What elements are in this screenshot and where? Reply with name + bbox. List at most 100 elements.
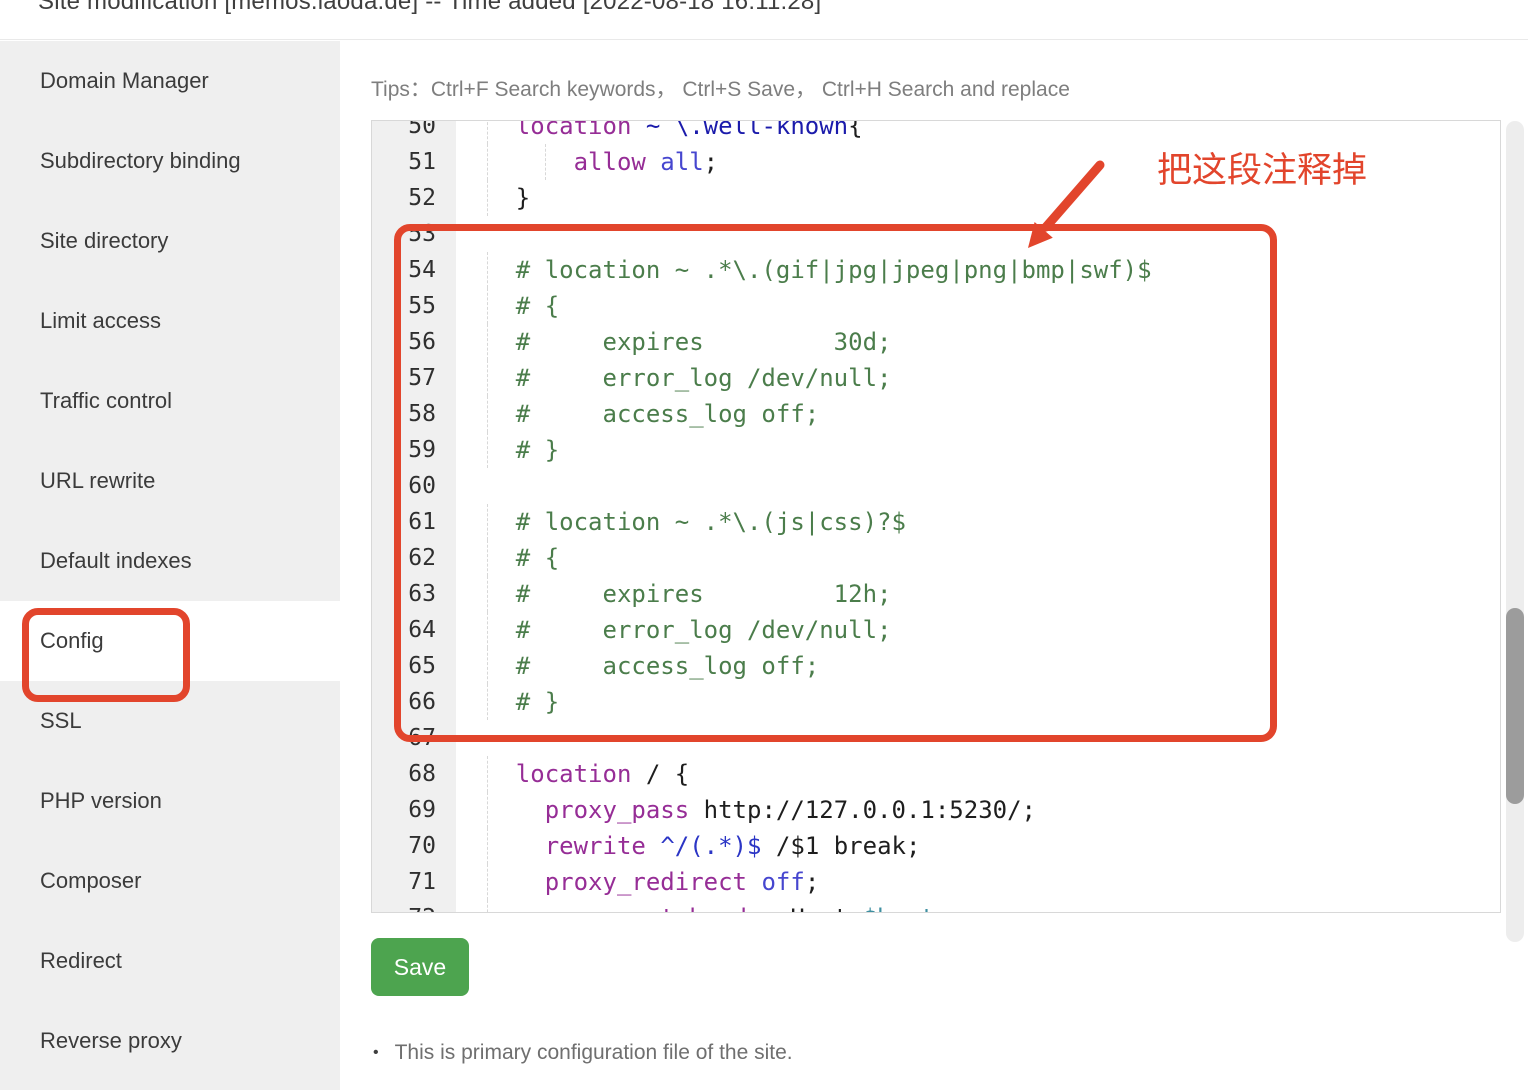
indent-guide: [487, 792, 488, 828]
line-number: 58: [372, 396, 456, 432]
code-line: 53: [372, 216, 1500, 252]
code-line: 70 rewrite ^/(.*)$ /$1 break;: [372, 828, 1500, 864]
code-line: 50 location ~ \.well-known{: [372, 120, 1500, 144]
scrollbar-thumb[interactable]: [1506, 608, 1524, 804]
line-number: 64: [372, 612, 456, 648]
code-line-content[interactable]: # access_log off;: [456, 648, 1500, 684]
code-line: 64 # error_log /dev/null;: [372, 612, 1500, 648]
sidebar-item-composer[interactable]: Composer: [0, 841, 340, 921]
line-number: 65: [372, 648, 456, 684]
bullet-icon: •: [373, 1044, 379, 1062]
code-line-content[interactable]: [456, 216, 1500, 252]
code-line-content[interactable]: location / {: [456, 756, 1500, 792]
footnote-text: This is primary configuration file of th…: [395, 1041, 793, 1065]
editor-tips: Tips：Ctrl+F Search keywords， Ctrl+S Save…: [371, 73, 1070, 103]
indent-guide: [487, 432, 488, 468]
code-line: 59 # }: [372, 432, 1500, 468]
code-line: 72 proxy_set_header Host $host;: [372, 900, 1500, 913]
line-number: 70: [372, 828, 456, 864]
code-line: 65 # access_log off;: [372, 648, 1500, 684]
code-line: 71 proxy_redirect off;: [372, 864, 1500, 900]
config-editor[interactable]: 50 location ~ \.well-known{51 allow all;…: [371, 120, 1501, 913]
code-line-content[interactable]: # {: [456, 540, 1500, 576]
code-line: 55 # {: [372, 288, 1500, 324]
code-line-content[interactable]: # expires 30d;: [456, 324, 1500, 360]
indent-guide: [487, 144, 488, 180]
line-number: 60: [372, 468, 456, 504]
code-line-content[interactable]: rewrite ^/(.*)$ /$1 break;: [456, 828, 1500, 864]
code-line-content[interactable]: # location ~ .*\.(js|css)?$: [456, 504, 1500, 540]
indent-guide: [487, 900, 488, 913]
sidebar-item-redirect[interactable]: Redirect: [0, 921, 340, 1001]
indent-guide: [487, 648, 488, 684]
line-number: 71: [372, 864, 456, 900]
line-number: 62: [372, 540, 456, 576]
code-line-content[interactable]: proxy_redirect off;: [456, 864, 1500, 900]
indent-guide: [487, 540, 488, 576]
sidebar-item-url-rewrite[interactable]: URL rewrite: [0, 441, 340, 521]
code-line-content[interactable]: # }: [456, 432, 1500, 468]
sidebar-item-default-indexes[interactable]: Default indexes: [0, 521, 340, 601]
line-number: 61: [372, 504, 456, 540]
code-line: 61 # location ~ .*\.(js|css)?$: [372, 504, 1500, 540]
code-line-content[interactable]: [456, 720, 1500, 756]
indent-guide: [487, 864, 488, 900]
indent-guide: [487, 504, 488, 540]
line-number: 57: [372, 360, 456, 396]
code-line-content[interactable]: # }: [456, 684, 1500, 720]
code-line-content[interactable]: location ~ \.well-known{: [456, 120, 1500, 144]
line-number: 50: [372, 120, 456, 144]
line-number: 66: [372, 684, 456, 720]
sidebar-item-subdirectory-binding[interactable]: Subdirectory binding: [0, 121, 340, 201]
dialog-title: Site modification [memos.laoda.de] -- Ti…: [38, 0, 821, 16]
code-line-content[interactable]: # location ~ .*\.(gif|jpg|jpeg|png|bmp|s…: [456, 252, 1500, 288]
code-line-content[interactable]: proxy_pass http://127.0.0.1:5230/;: [456, 792, 1500, 828]
dialog-title-bar: Site modification [memos.laoda.de] -- Ti…: [0, 0, 1528, 40]
code-line: 54 # location ~ .*\.(gif|jpg|jpeg|png|bm…: [372, 252, 1500, 288]
line-number: 53: [372, 216, 456, 252]
code-line-content[interactable]: [456, 468, 1500, 504]
indent-guide: [487, 324, 488, 360]
line-number: 59: [372, 432, 456, 468]
code-line-content[interactable]: proxy_set_header Host $host;: [456, 900, 1500, 913]
indent-guide: [487, 120, 488, 144]
code-lines: 50 location ~ \.well-known{51 allow all;…: [372, 120, 1500, 913]
code-line-content[interactable]: # access_log off;: [456, 396, 1500, 432]
code-line-content[interactable]: # {: [456, 288, 1500, 324]
line-number: 56: [372, 324, 456, 360]
code-line: 66 # }: [372, 684, 1500, 720]
sidebar-item-site-directory[interactable]: Site directory: [0, 201, 340, 281]
code-line: 68 location / {: [372, 756, 1500, 792]
code-line-content[interactable]: # expires 12h;: [456, 576, 1500, 612]
code-line: 67: [372, 720, 1500, 756]
code-line: 58 # access_log off;: [372, 396, 1500, 432]
sidebar-item-config[interactable]: Config: [0, 601, 340, 681]
code-line-content[interactable]: # error_log /dev/null;: [456, 612, 1500, 648]
line-number: 63: [372, 576, 456, 612]
indent-guide: [487, 252, 488, 288]
sidebar-item-ssl[interactable]: SSL: [0, 681, 340, 761]
save-button[interactable]: Save: [371, 938, 469, 996]
indent-guide: [487, 612, 488, 648]
sidebar: Domain ManagerSubdirectory bindingSite d…: [0, 41, 340, 1090]
indent-guide: [545, 144, 546, 180]
code-line: 57 # error_log /dev/null;: [372, 360, 1500, 396]
sidebar-item-domain-manager[interactable]: Domain Manager: [0, 41, 340, 121]
sidebar-item-traffic-control[interactable]: Traffic control: [0, 361, 340, 441]
line-number: 51: [372, 144, 456, 180]
code-line: 63 # expires 12h;: [372, 576, 1500, 612]
indent-guide: [487, 756, 488, 792]
indent-guide: [487, 828, 488, 864]
indent-guide: [487, 360, 488, 396]
indent-guide: [487, 288, 488, 324]
code-line: 60: [372, 468, 1500, 504]
code-line-content[interactable]: # error_log /dev/null;: [456, 360, 1500, 396]
code-line: 69 proxy_pass http://127.0.0.1:5230/;: [372, 792, 1500, 828]
sidebar-item-limit-access[interactable]: Limit access: [0, 281, 340, 361]
sidebar-item-php-version[interactable]: PHP version: [0, 761, 340, 841]
scrollbar-track[interactable]: [1506, 121, 1524, 942]
sidebar-item-reverse-proxy[interactable]: Reverse proxy: [0, 1001, 340, 1081]
line-number: 72: [372, 900, 456, 913]
footnote: • This is primary configuration file of …: [373, 1041, 793, 1065]
line-number: 52: [372, 180, 456, 216]
